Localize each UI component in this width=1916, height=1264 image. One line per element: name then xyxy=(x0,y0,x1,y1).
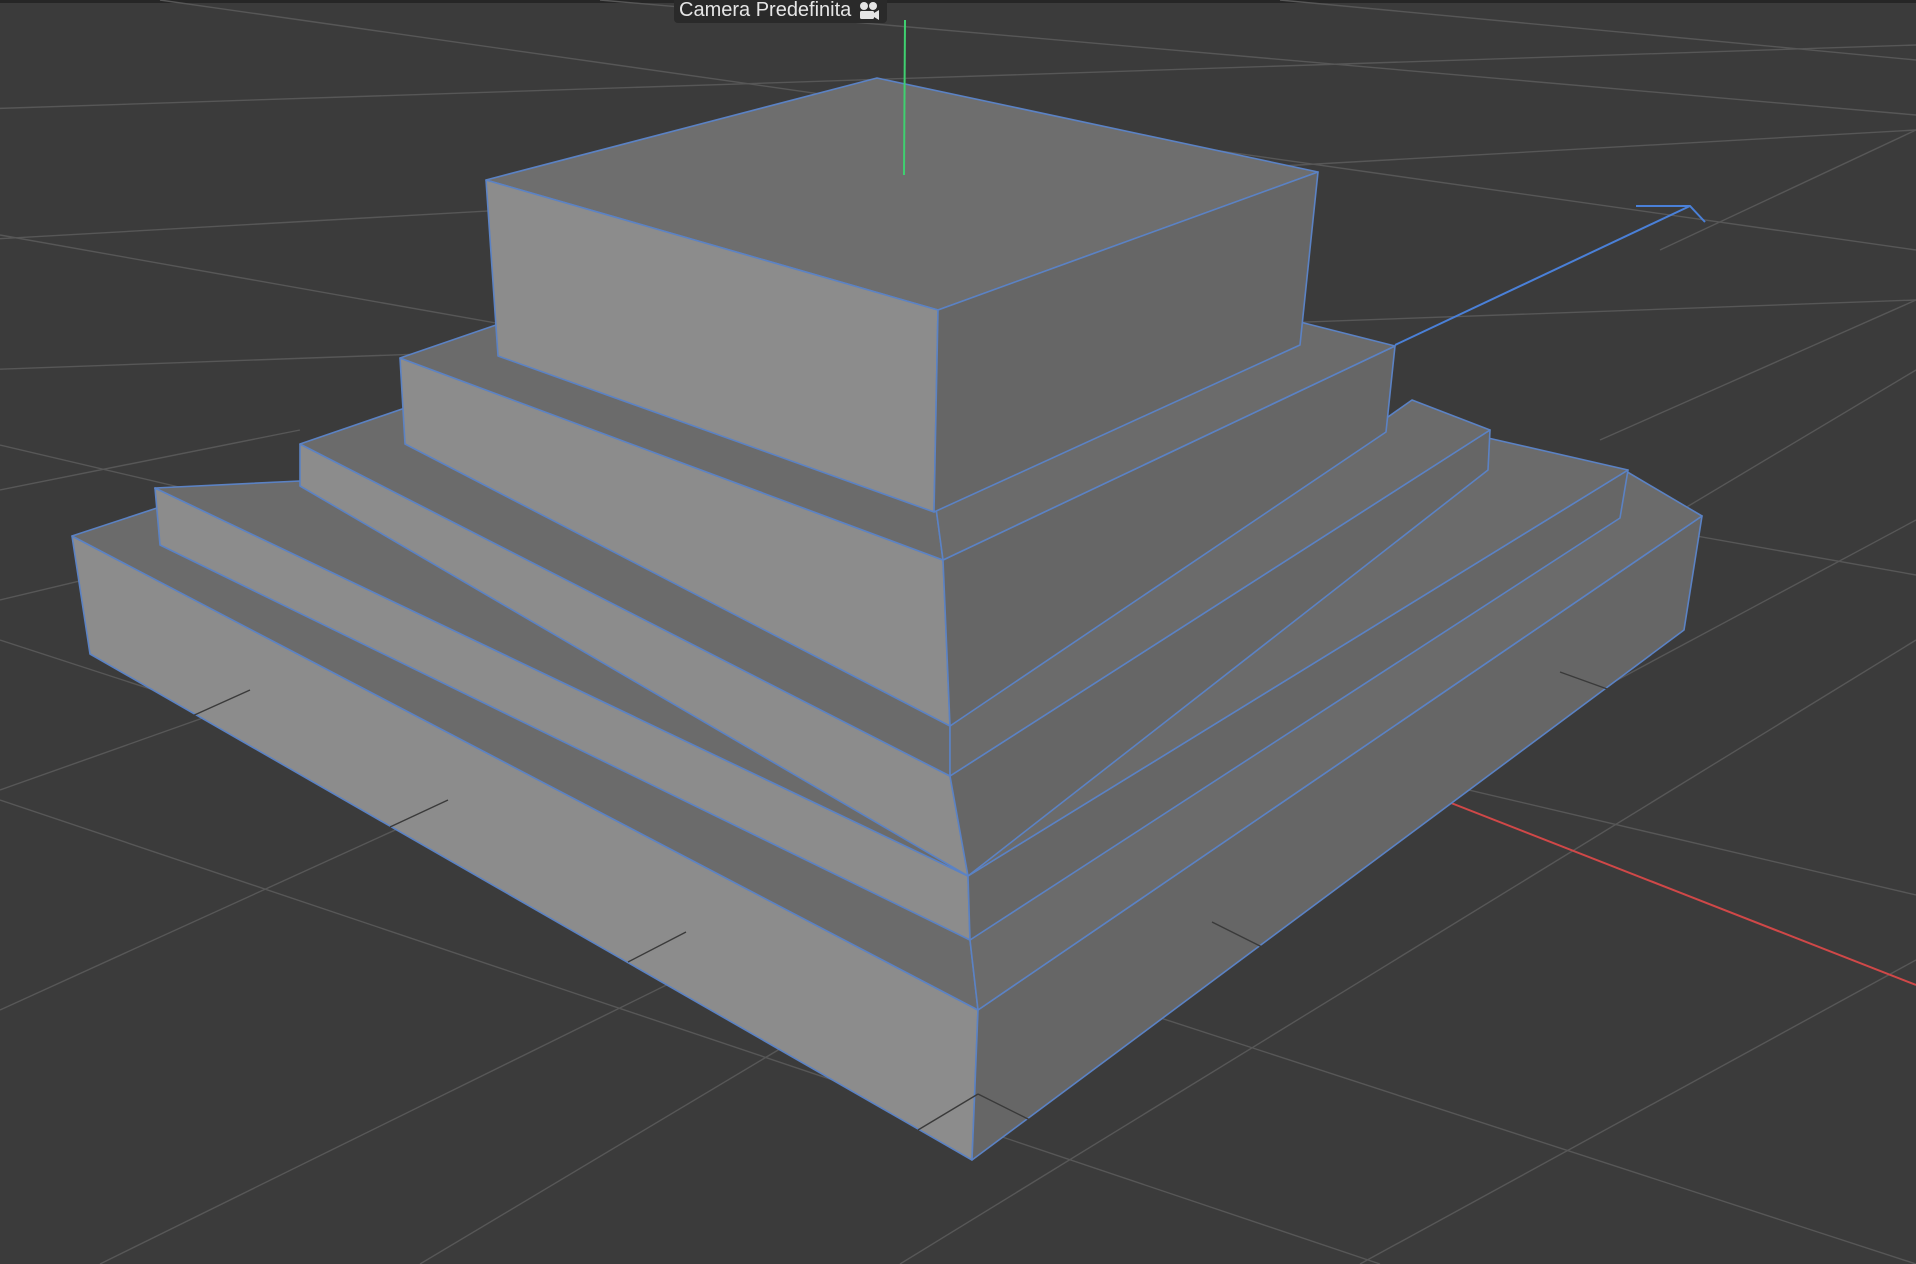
3d-viewport[interactable]: Camera Predefinita xyxy=(0,0,1916,1264)
camera-label[interactable]: Camera Predefinita xyxy=(674,0,888,23)
camera-label-text: Camera Predefinita xyxy=(679,0,852,21)
z-axis-line xyxy=(1394,205,1706,346)
viewport-scene[interactable] xyxy=(0,0,1916,1264)
x-axis-line xyxy=(1399,782,1916,986)
camera-icon xyxy=(857,1,881,21)
y-axis-line xyxy=(903,19,906,176)
stepped-pyramid-mesh[interactable] xyxy=(71,77,1703,1161)
